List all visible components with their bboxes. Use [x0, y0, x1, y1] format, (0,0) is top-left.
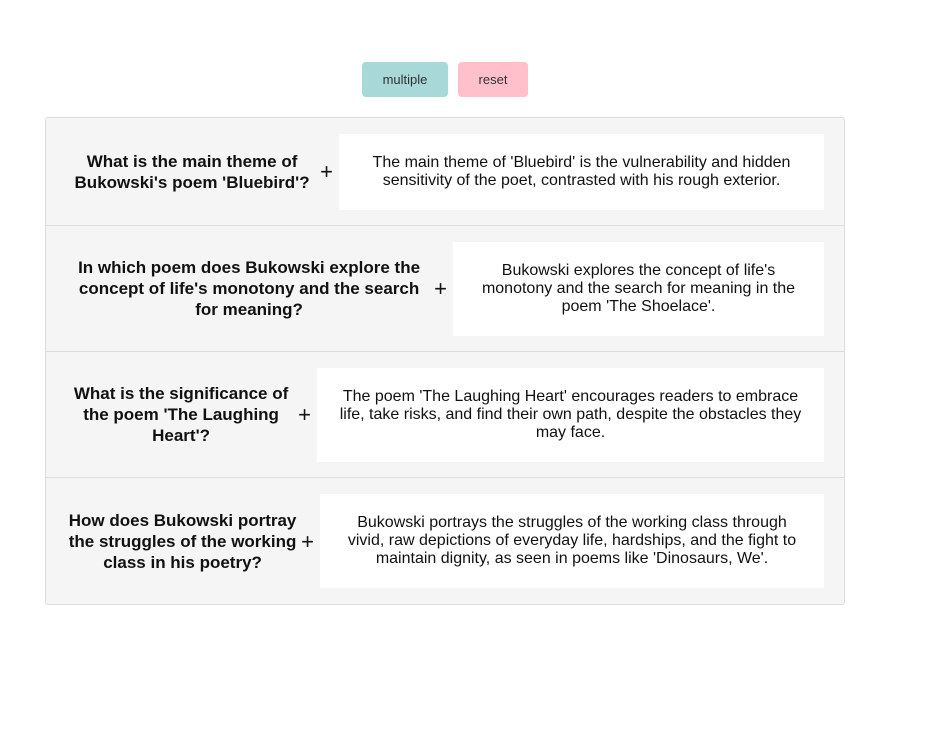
- faq-accordion: What is the main theme of Bukowski's poe…: [45, 117, 845, 605]
- accordion-item: What is the significance of the poem 'Th…: [46, 352, 844, 478]
- accordion-question: In which poem does Bukowski explore the …: [78, 258, 421, 319]
- accordion-header[interactable]: What is the main theme of Bukowski's poe…: [46, 151, 339, 193]
- accordion-answer: Bukowski explores the concept of life's …: [453, 241, 824, 336]
- accordion-header[interactable]: What is the significance of the poem 'Th…: [46, 383, 317, 446]
- accordion-header[interactable]: How does Bukowski portray the struggles …: [46, 510, 320, 573]
- plus-icon[interactable]: +: [320, 161, 333, 183]
- accordion-answer: Bukowski portrays the struggles of the w…: [320, 494, 824, 588]
- accordion-answer: The poem 'The Laughing Heart' encourages…: [317, 367, 824, 462]
- accordion-item: In which poem does Bukowski explore the …: [46, 226, 844, 352]
- multiple-button[interactable]: multiple: [362, 62, 448, 97]
- controls-bar: multiple reset: [362, 62, 528, 97]
- accordion-header[interactable]: In which poem does Bukowski explore the …: [46, 257, 453, 320]
- reset-button[interactable]: reset: [458, 62, 528, 97]
- plus-icon[interactable]: +: [434, 278, 447, 300]
- accordion-question: What is the significance of the poem 'Th…: [73, 384, 289, 445]
- plus-icon[interactable]: +: [301, 530, 314, 552]
- plus-icon[interactable]: +: [298, 404, 311, 426]
- accordion-question: How does Bukowski portray the struggles …: [68, 510, 297, 572]
- accordion-answer: The main theme of 'Bluebird' is the vuln…: [339, 133, 824, 210]
- accordion-item: How does Bukowski portray the struggles …: [46, 478, 844, 604]
- accordion-item: What is the main theme of Bukowski's poe…: [46, 118, 844, 226]
- accordion-question: What is the main theme of Bukowski's poe…: [74, 151, 310, 192]
